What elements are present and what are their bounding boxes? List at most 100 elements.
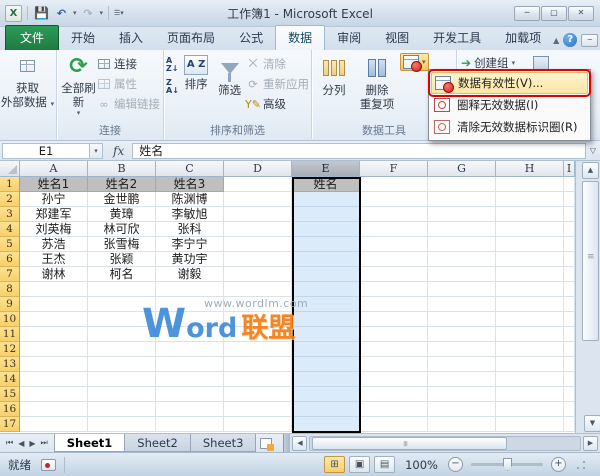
cell-H2[interactable] bbox=[496, 192, 564, 207]
cell-C6[interactable]: 黄功宇 bbox=[156, 252, 224, 267]
row-header-2[interactable]: 2 bbox=[0, 192, 20, 207]
cell-H1[interactable] bbox=[496, 177, 564, 192]
normal-view-button[interactable]: ⊞ bbox=[324, 456, 345, 473]
cell-F15[interactable] bbox=[360, 387, 428, 402]
cell-C10[interactable] bbox=[156, 312, 224, 327]
cell-H4[interactable] bbox=[496, 222, 564, 237]
cell-F10[interactable] bbox=[360, 312, 428, 327]
cell-D5[interactable] bbox=[224, 237, 292, 252]
cell-A4[interactable]: 刘英梅 bbox=[20, 222, 88, 237]
row-header-17[interactable]: 17 bbox=[0, 417, 20, 432]
cell-E10[interactable] bbox=[292, 312, 360, 327]
cell-I11[interactable] bbox=[564, 327, 575, 342]
cell-F8[interactable] bbox=[360, 282, 428, 297]
row-header-7[interactable]: 7 bbox=[0, 267, 20, 282]
column-header-F[interactable]: F bbox=[360, 161, 428, 177]
cell-I3[interactable] bbox=[564, 207, 575, 222]
cell-G4[interactable] bbox=[428, 222, 496, 237]
close-button[interactable]: ✕ bbox=[568, 6, 594, 21]
cell-F9[interactable] bbox=[360, 297, 428, 312]
undo-icon[interactable]: ↶ bbox=[53, 5, 70, 22]
cell-E5[interactable] bbox=[292, 237, 360, 252]
horizontal-scrollbar[interactable]: ◀ ▶ bbox=[290, 434, 600, 452]
cell-F16[interactable] bbox=[360, 402, 428, 417]
cell-B7[interactable]: 柯名 bbox=[88, 267, 156, 282]
menu-item-circle-invalid-data[interactable]: 圈释无效数据(I) bbox=[431, 94, 588, 116]
zoom-out-icon[interactable]: − bbox=[448, 457, 463, 472]
cell-G16[interactable] bbox=[428, 402, 496, 417]
zoom-slider[interactable] bbox=[471, 463, 543, 466]
row-header-3[interactable]: 3 bbox=[0, 207, 20, 222]
column-header-C[interactable]: C bbox=[156, 161, 224, 177]
cell-C12[interactable] bbox=[156, 342, 224, 357]
cell-F2[interactable] bbox=[360, 192, 428, 207]
next-sheet-icon[interactable]: ▶ bbox=[29, 439, 35, 448]
cell-I14[interactable] bbox=[564, 372, 575, 387]
page-layout-view-button[interactable]: ▣ bbox=[349, 456, 370, 473]
minimize-ribbon-icon[interactable]: ▲ bbox=[553, 36, 559, 45]
minimize-button[interactable]: ─ bbox=[514, 6, 540, 21]
cell-H8[interactable] bbox=[496, 282, 564, 297]
row-header-4[interactable]: 4 bbox=[0, 222, 20, 237]
vertical-scrollbar[interactable]: ▲ ▼ bbox=[575, 161, 600, 433]
cell-G13[interactable] bbox=[428, 357, 496, 372]
cell-G1[interactable] bbox=[428, 177, 496, 192]
cell-B17[interactable] bbox=[88, 417, 156, 432]
cell-E12[interactable] bbox=[292, 342, 360, 357]
cell-D8[interactable] bbox=[224, 282, 292, 297]
cell-A12[interactable] bbox=[20, 342, 88, 357]
customize-qat-icon[interactable]: ☰▾ bbox=[114, 9, 124, 17]
column-header-H[interactable]: H bbox=[496, 161, 564, 177]
cell-F4[interactable] bbox=[360, 222, 428, 237]
tab-review[interactable]: 审阅 bbox=[325, 26, 373, 50]
row-header-5[interactable]: 5 bbox=[0, 237, 20, 252]
cell-H17[interactable] bbox=[496, 417, 564, 432]
name-box-dropdown-icon[interactable]: ▾ bbox=[90, 143, 103, 159]
insert-function-icon[interactable]: fx bbox=[103, 144, 132, 158]
tab-page-layout[interactable]: 页面布局 bbox=[155, 26, 227, 50]
sort-descending-button[interactable]: ZA↓ bbox=[166, 78, 179, 96]
cell-C1[interactable]: 姓名3 bbox=[156, 177, 224, 192]
cell-B15[interactable] bbox=[88, 387, 156, 402]
cell-A1[interactable]: 姓名1 bbox=[20, 177, 88, 192]
row-header-14[interactable]: 14 bbox=[0, 372, 20, 387]
sort-ascending-button[interactable]: AZ↓ bbox=[166, 56, 179, 74]
cell-I4[interactable] bbox=[564, 222, 575, 237]
tab-file[interactable]: 文件 bbox=[5, 25, 59, 50]
cell-G9[interactable] bbox=[428, 297, 496, 312]
insert-worksheet-button[interactable] bbox=[255, 434, 277, 452]
cell-F1[interactable] bbox=[360, 177, 428, 192]
row-header-10[interactable]: 10 bbox=[0, 312, 20, 327]
cell-A7[interactable]: 谢林 bbox=[20, 267, 88, 282]
cell-H13[interactable] bbox=[496, 357, 564, 372]
scroll-left-icon[interactable]: ◀ bbox=[292, 436, 307, 451]
scroll-up-icon[interactable]: ▲ bbox=[582, 162, 599, 179]
cell-G3[interactable] bbox=[428, 207, 496, 222]
scroll-right-icon[interactable]: ▶ bbox=[583, 436, 598, 451]
tab-data[interactable]: 数据 bbox=[275, 25, 325, 50]
cell-B5[interactable]: 张雪梅 bbox=[88, 237, 156, 252]
cell-I17[interactable] bbox=[564, 417, 575, 432]
cell-E16[interactable] bbox=[292, 402, 360, 417]
cell-D3[interactable] bbox=[224, 207, 292, 222]
tab-formulas[interactable]: 公式 bbox=[227, 26, 275, 50]
cell-I5[interactable] bbox=[564, 237, 575, 252]
cell-E15[interactable] bbox=[292, 387, 360, 402]
zoom-in-icon[interactable]: + bbox=[551, 457, 566, 472]
row-header-12[interactable]: 12 bbox=[0, 342, 20, 357]
row-header-13[interactable]: 13 bbox=[0, 357, 20, 372]
tab-developer[interactable]: 开发工具 bbox=[421, 26, 493, 50]
cell-I6[interactable] bbox=[564, 252, 575, 267]
cell-H16[interactable] bbox=[496, 402, 564, 417]
column-header-B[interactable]: B bbox=[88, 161, 156, 177]
cell-E2[interactable] bbox=[292, 192, 360, 207]
sheet-tab-sheet1[interactable]: Sheet1 bbox=[54, 434, 126, 452]
cell-A5[interactable]: 苏浩 bbox=[20, 237, 88, 252]
row-header-6[interactable]: 6 bbox=[0, 252, 20, 267]
cell-H6[interactable] bbox=[496, 252, 564, 267]
tab-split-handle[interactable] bbox=[283, 434, 290, 452]
cell-D1[interactable] bbox=[224, 177, 292, 192]
cell-F6[interactable] bbox=[360, 252, 428, 267]
cell-F14[interactable] bbox=[360, 372, 428, 387]
cell-F7[interactable] bbox=[360, 267, 428, 282]
